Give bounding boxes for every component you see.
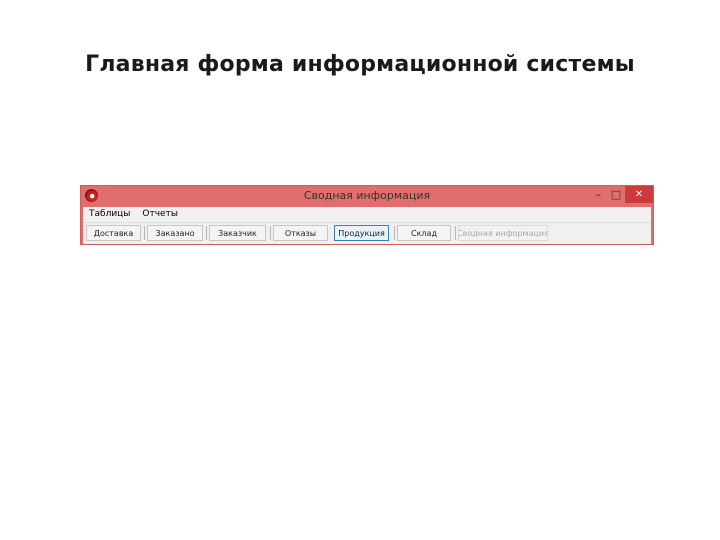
client-area: Таблицы Отчеты Доставка Заказано Заказчи… (83, 207, 651, 244)
menu-bar: Таблицы Отчеты (83, 207, 651, 223)
window-controls: – □ ✕ (589, 186, 653, 203)
app-window: Сводная информация – □ ✕ Таблицы Отчеты … (80, 185, 654, 245)
toolbar-separator (206, 226, 207, 240)
minimize-button[interactable]: – (589, 186, 607, 203)
slide-title: Главная форма информационной системы (85, 52, 635, 77)
ordered-button[interactable]: Заказано (147, 225, 203, 241)
close-button[interactable]: ✕ (625, 186, 653, 203)
menu-item-tables[interactable]: Таблицы (83, 207, 136, 222)
delivery-button[interactable]: Доставка (86, 225, 141, 241)
summary-info-button[interactable]: Сводная информация (458, 225, 548, 241)
toolbar-separator (394, 226, 395, 240)
warehouse-button[interactable]: Склад (397, 225, 451, 241)
products-button[interactable]: Продукция (334, 225, 389, 241)
toolbar-separator (144, 226, 145, 240)
customer-button[interactable]: Заказчик (209, 225, 266, 241)
window-title: Сводная информация (303, 189, 431, 202)
toolbar-separator (455, 226, 456, 240)
refusals-button[interactable]: Отказы (273, 225, 328, 241)
toolbar: Доставка Заказано Заказчик Отказы Продук… (83, 223, 651, 244)
title-bar[interactable]: Сводная информация – □ ✕ (81, 186, 653, 206)
menu-item-reports[interactable]: Отчеты (136, 207, 184, 222)
maximize-button[interactable]: □ (607, 186, 625, 203)
toolbar-separator (270, 226, 271, 240)
